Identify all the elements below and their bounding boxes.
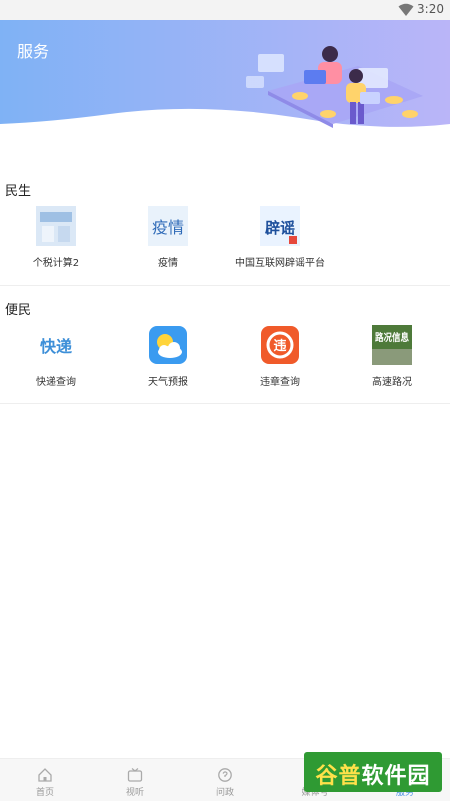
watermark-text: 谷普软件园 [304,758,442,790]
tv-icon [127,768,143,782]
header-illustration [246,46,423,128]
tile-label: 天气预报 [148,377,188,388]
rumor-icon-text: 辟谣 [265,219,295,237]
rumor-refute-icon: 辟谣 [260,206,300,246]
tile-label: 快递查询 [36,377,76,388]
nav-label: 问政 [215,788,234,798]
epidemic-icon-text: 疫情 [152,218,184,237]
section-title: 便民 [5,303,32,318]
violation-icon-text: 违 [273,338,286,354]
status-time: 3:20 [417,2,444,16]
section-title: 民生 [5,184,32,199]
express-icon-text: 快递 [40,337,72,356]
tile-label: 中国互联网辟谣平台 [235,258,325,269]
tile-label: 疫情 [158,258,178,269]
weather-icon [148,325,188,365]
watermark-text-a: 谷普 [315,764,362,789]
section-divider [0,285,450,286]
tile-label: 个税计算2 [32,258,80,269]
nav-home[interactable]: 首页 [0,759,90,801]
section-divider [0,403,450,404]
tile-label: 高速路况 [372,377,412,388]
tax-calculator-icon [36,206,76,246]
page-title: 服务 [17,42,50,61]
header-banner: 服务 [0,20,450,132]
nav-audiovisual[interactable]: 视听 [90,759,180,801]
violation-icon: 违 [260,325,300,365]
express-icon: 快递 [36,325,76,365]
traffic-icon-text: 路况信息 [375,331,409,344]
traffic-icon: 路况信息 [372,325,412,365]
epidemic-icon: 疫情 [148,206,188,246]
watermark-logo: 谷普软件园 [304,752,442,792]
wifi-icon [398,3,414,16]
home-icon [38,768,52,782]
question-icon [218,768,232,782]
nav-inquiry[interactable]: 问政 [180,759,270,801]
tile-label: 违章查询 [260,377,300,388]
nav-label: 首页 [35,788,54,798]
status-bar: 3:20 [0,0,450,20]
watermark-text-b: 软件园 [361,764,431,789]
nav-label: 视听 [125,788,144,798]
